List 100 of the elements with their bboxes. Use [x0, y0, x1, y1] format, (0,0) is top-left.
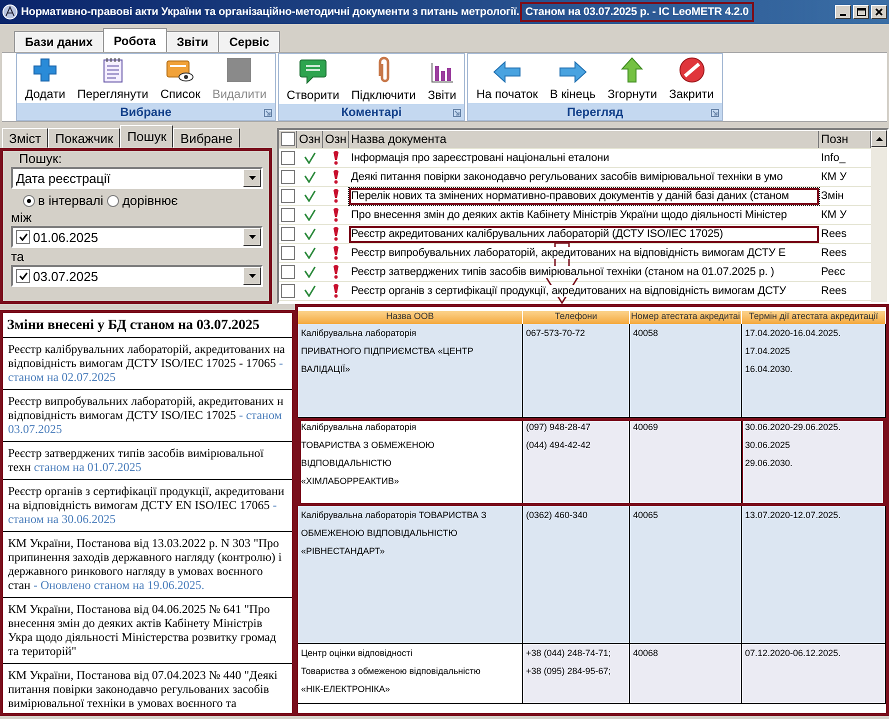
table-cell: (097) 948-28-47 (044) 494-42-42: [523, 418, 630, 506]
search-field-dropdown[interactable]: Дата реєстрації: [11, 167, 263, 189]
exclamation-icon: [333, 151, 339, 165]
ribbon-button[interactable]: В кінець: [544, 54, 602, 103]
group-title: Вибране: [120, 104, 172, 118]
exclamation-icon: [333, 265, 339, 279]
change-entry: КМ України, Постанова від 13.03.2022 р. N 303 "Про припинення заходів державного нагляду (контролю) і державного ринкового нагляду в умовах воєнного стан - Оновлено станом на 19.06.2025.: [3, 532, 292, 598]
checkmark-icon: [304, 152, 316, 164]
checkmark-icon: [304, 209, 316, 221]
row-checkbox[interactable]: [281, 208, 295, 222]
column-header: Телефони: [523, 311, 630, 324]
column-header[interactable]: Назва документа: [349, 130, 819, 148]
panel-tab[interactable]: Пошук: [120, 125, 174, 148]
column-header: Назва ООВ: [298, 311, 523, 324]
radio-button[interactable]: [107, 194, 120, 206]
ribbon-tab[interactable]: Бази даних: [14, 31, 104, 52]
column-header[interactable]: Озн: [323, 130, 349, 148]
table-cell: 07.12.2020-06.12.2025.: [742, 644, 886, 704]
table-cell: 40058: [630, 324, 742, 418]
ribbon-button[interactable]: На початок: [470, 54, 544, 103]
table-cell: 30.06.2020-29.06.2025. 30.06.2025 29.06.2030.: [742, 418, 886, 506]
close-icon: [875, 8, 883, 16]
row-checkbox[interactable]: [281, 246, 295, 260]
ribbon-button[interactable]: Переглянути: [71, 54, 154, 103]
ribbon-button[interactable]: Згорнути: [602, 54, 664, 103]
checkmark-icon: [304, 171, 316, 183]
ribbon-button[interactable]: Додати: [19, 54, 72, 103]
table-cell: 17.04.2020-16.04.2025. 17.04.2025 16.04.2030.: [742, 324, 886, 418]
row-checkbox[interactable]: [281, 227, 295, 241]
scrollbar[interactable]: [871, 130, 887, 302]
panel-tab[interactable]: Вибране: [173, 128, 240, 148]
ribbon-button[interactable]: Підключити: [345, 54, 422, 104]
document-code: КМ У: [820, 209, 848, 221]
exclamation-icon: [333, 284, 339, 298]
minimize-button[interactable]: [835, 5, 851, 19]
table-cell: 40069: [630, 418, 742, 506]
row-checkbox[interactable]: [281, 284, 295, 298]
table-cell: +38 (044) 248-74-71; +38 (095) 284-95-67;: [523, 644, 630, 704]
checkbox[interactable]: [16, 230, 30, 244]
ribbon-button[interactable]: Звіти: [422, 54, 462, 104]
left-arrow-icon: [493, 61, 522, 83]
table-cell: 40065: [630, 506, 742, 644]
exclamation-icon: [333, 170, 339, 184]
ribbon-button[interactable]: Створити: [280, 54, 346, 104]
dialog-launcher-icon[interactable]: [264, 109, 272, 117]
ribbon-button[interactable]: Список: [154, 54, 206, 103]
document-code: Rees: [820, 228, 848, 240]
document-code: Rees: [820, 285, 848, 297]
panel-tab[interactable]: Зміст: [2, 128, 48, 148]
column-header[interactable]: Позн: [819, 130, 871, 148]
version-status: Станом на 03.07.2025 р. - ІС LeoMETR 4.2.0: [522, 4, 752, 20]
radio-option[interactable]: в інтервалі: [23, 193, 104, 208]
from-label: між: [11, 210, 33, 225]
square-icon: [226, 57, 252, 83]
dialog-launcher-icon[interactable]: [453, 109, 462, 117]
exclamation-icon: [333, 208, 339, 222]
checkmark-icon: [304, 190, 316, 202]
change-entry: КМ України, Постанова від 04.06.2025 № 641 "Про внесення змін до деяких актів Кабінету Міністрів Укра щодо діяльності Міністерства розвитку громад та територій": [3, 598, 292, 664]
close-button[interactable]: [871, 5, 887, 19]
column-header: Номер атестата акредитаі: [630, 311, 742, 324]
checkmark-icon: [18, 233, 28, 241]
ribbon-tab[interactable]: Робота: [102, 28, 167, 52]
plus-icon: [32, 57, 58, 83]
checkmark-icon: [304, 247, 316, 259]
app-icon: [2, 4, 18, 20]
row-checkbox[interactable]: [281, 189, 295, 203]
change-entry: Реєстр затверджених типів засобів вимірювальної техн станом на 01.07.2025: [3, 442, 292, 480]
ribbon-button[interactable]: Закрити: [663, 54, 720, 103]
table-cell: 13.07.2020-12.07.2025.: [742, 506, 886, 644]
checkbox[interactable]: [16, 269, 30, 283]
checkmark-icon: [304, 266, 316, 278]
ribbon-tab[interactable]: Звіти: [166, 31, 220, 52]
document-title[interactable]: Інформація про зареєстровані національні еталони: [349, 150, 819, 166]
scroll-up-icon[interactable]: [876, 136, 882, 140]
date-field[interactable]: 03.07.2025: [11, 265, 263, 287]
dialog-launcher-icon[interactable]: [710, 109, 719, 117]
table-cell: 40068: [630, 644, 742, 704]
panel-tab[interactable]: Покажчик: [48, 128, 120, 148]
stop-icon: [678, 57, 704, 83]
row-checkbox[interactable]: [281, 265, 295, 279]
row-checkbox[interactable]: [281, 151, 295, 165]
exclamation-icon: [333, 246, 339, 260]
row-checkbox[interactable]: [281, 170, 295, 184]
document-code: Info_: [820, 152, 847, 164]
column-header[interactable]: Озн: [297, 130, 323, 148]
change-entry: Реєстр випробувальних лабораторій, акредитованих н відповідність вимогам ДСТУ ISO/IEC 17025 - станом 03.07.2025: [3, 390, 292, 442]
table-cell: Центр оцінки відповідності Товариства з обмеженою відповідальністю «НІК-ЕЛЕКТРОНІКА»: [298, 644, 523, 704]
window-title: Нормативно-правові акти України та організаційно-методичні документи з питань метрології.: [21, 6, 520, 18]
ribbon-tab[interactable]: Сервіс: [218, 31, 280, 52]
dropdown-arrow-icon: [248, 176, 256, 180]
bar-chart-icon: [429, 60, 456, 84]
maximize-button[interactable]: [853, 5, 869, 19]
radio-button[interactable]: [23, 194, 35, 206]
exclamation-icon: [333, 227, 339, 241]
to-label: та: [11, 249, 26, 264]
date-field[interactable]: 01.06.2025: [11, 226, 263, 248]
document-code: Rees: [820, 247, 848, 259]
group-title: Перегляд: [566, 104, 624, 118]
table-cell: Калібрувальна лабораторія ТОВАРИСТВА З ОБМЕЖЕНОЮ ВІДПОВІДАЛЬНІСТЮ «ХІМЛАБОРРЕАКТИВ»: [298, 418, 523, 506]
radio-option[interactable]: дорівнює: [107, 193, 178, 208]
